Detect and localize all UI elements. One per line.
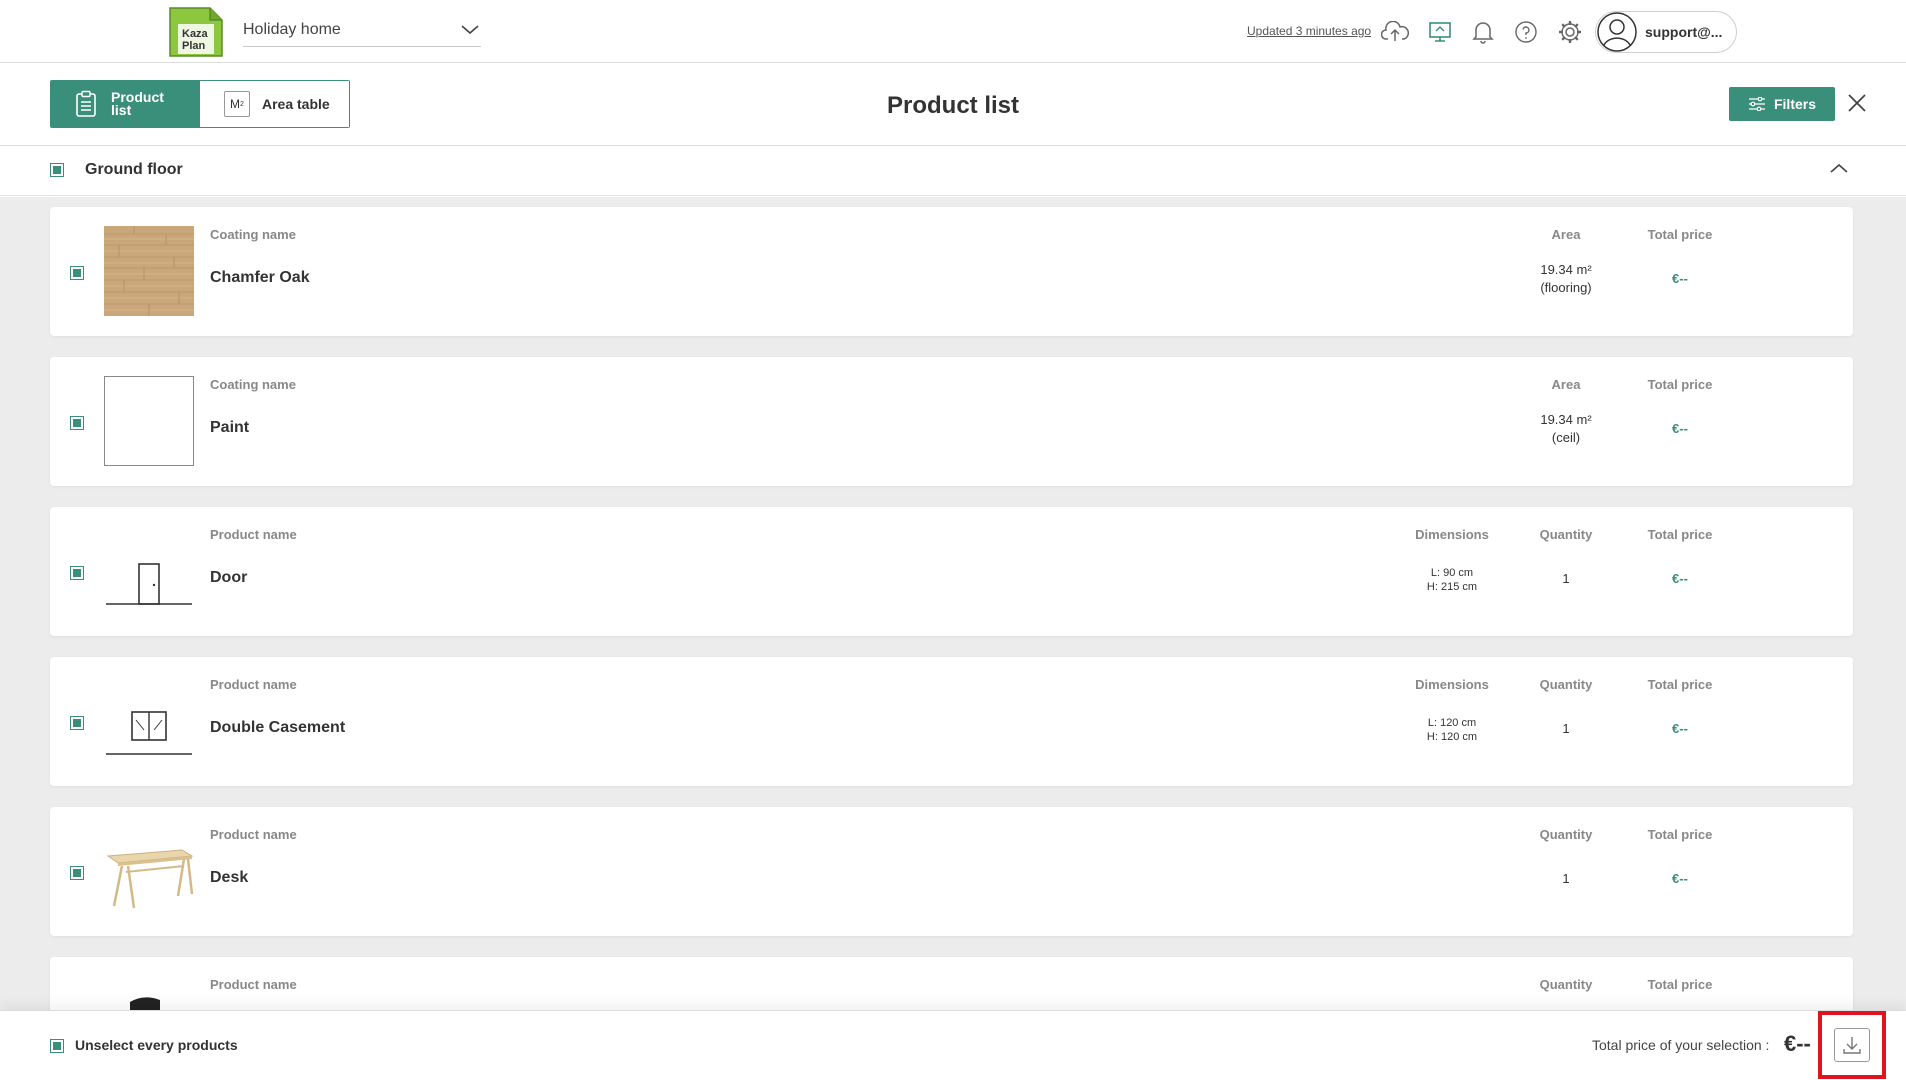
item-header: Coating name (210, 377, 296, 392)
total-price-value: €-- (1784, 1031, 1811, 1056)
bell-icon[interactable] (1469, 18, 1497, 46)
top-header: Kaza Plan Holiday home Updated 3 minutes… (0, 0, 1906, 63)
product-list: Coating name Chamfer Oak Area 19.34 m² (… (0, 197, 1906, 1010)
dimension-length: L: 90 cm (1430, 567, 1474, 579)
download-icon (1843, 1037, 1861, 1054)
window-icon (104, 676, 194, 766)
price-value: €-- (1672, 271, 1688, 286)
list-item: Product name Desk Quantity 1 Total price… (50, 807, 1853, 936)
total-price-label: Total price of your selection : (1592, 1037, 1770, 1053)
price-value: €-- (1672, 721, 1688, 736)
filters-button[interactable]: Filters (1729, 87, 1835, 121)
quantity-value: 1 (1562, 721, 1570, 736)
selection-footer: Unselect every products Total price of y… (0, 1010, 1906, 1080)
unselect-all-label[interactable]: Unselect every products (75, 1037, 238, 1053)
area-note: (flooring) (1540, 280, 1592, 295)
price-value: €-- (1672, 871, 1688, 886)
item-name: Double Casement (210, 719, 346, 736)
page-title: Product list (886, 92, 1019, 119)
item-header: Product name (210, 527, 297, 542)
list-item: Coating name Chamfer Oak Area 19.34 m² (… (50, 207, 1853, 336)
item-checkbox[interactable] (70, 566, 84, 580)
logo-text: Kaza Plan (182, 28, 208, 52)
list-item: Product name Door Dimensions L: 90 cm H:… (50, 507, 1853, 636)
chevron-up-icon[interactable] (1829, 162, 1849, 174)
quantity-value: 1 (1562, 871, 1570, 886)
item-header: Product name (210, 677, 297, 692)
list-item: Product name Double Casement Dimensions … (50, 657, 1853, 786)
floor-checkbox[interactable] (50, 163, 64, 177)
chair-thumbnail (104, 976, 194, 1010)
dimension-length: L: 120 cm (1427, 717, 1477, 729)
door-icon (104, 526, 194, 616)
project-name: Holiday home (243, 21, 341, 38)
floor-section-header[interactable]: Ground floor (0, 147, 1906, 196)
close-icon[interactable] (1846, 92, 1868, 114)
user-menu[interactable]: support@... (1595, 11, 1737, 53)
item-name: Paint (210, 419, 250, 436)
sliders-icon (1748, 97, 1765, 111)
screen-3d-icon[interactable] (1426, 18, 1454, 46)
cloud-upload-icon[interactable] (1381, 18, 1409, 46)
item-checkbox[interactable] (70, 266, 84, 280)
updated-status-link[interactable]: Updated 3 minutes ago (1247, 24, 1371, 38)
area-value: 19.34 m² (1540, 262, 1592, 277)
item-checkbox[interactable] (70, 716, 84, 730)
desk-thumbnail (104, 826, 194, 916)
project-selector[interactable]: Holiday home (243, 14, 481, 47)
help-icon[interactable] (1512, 18, 1540, 46)
kazaplan-logo[interactable]: Kaza Plan (166, 6, 224, 58)
item-checkbox[interactable] (70, 866, 84, 880)
floor-label: Ground floor (85, 161, 183, 178)
sub-header: Product list M2 Area table Product list … (0, 64, 1906, 146)
area-value: 19.34 m² (1540, 412, 1592, 427)
unselect-all-checkbox[interactable] (50, 1039, 64, 1053)
item-name: Chamfer Oak (210, 269, 310, 286)
wood-texture-thumbnail (104, 226, 194, 316)
download-button[interactable] (1834, 1028, 1870, 1062)
item-header: Product name (210, 827, 297, 842)
item-header: Coating name (210, 227, 296, 242)
area-note: (ceil) (1551, 430, 1581, 445)
price-value: €-- (1672, 421, 1688, 436)
price-value: €-- (1672, 571, 1688, 586)
item-header: Product name (210, 977, 297, 992)
item-name: Door (210, 569, 248, 586)
list-item: Product name Quantity Total price (50, 957, 1853, 1010)
list-item: Coating name Paint Area 19.34 m² (ceil) … (50, 357, 1853, 486)
paint-swatch-thumbnail (104, 376, 194, 466)
avatar-icon (1597, 12, 1637, 52)
chevron-down-icon (461, 25, 479, 35)
item-name: Desk (210, 869, 249, 886)
item-checkbox[interactable] (70, 416, 84, 430)
download-highlight (1818, 1011, 1886, 1079)
quantity-value: 1 (1562, 571, 1570, 586)
dimension-height: H: 120 cm (1426, 731, 1478, 743)
filters-label: Filters (1773, 96, 1816, 112)
user-name: support@... (1645, 24, 1723, 40)
dimension-height: H: 215 cm (1426, 581, 1478, 593)
gear-icon[interactable] (1556, 18, 1584, 46)
